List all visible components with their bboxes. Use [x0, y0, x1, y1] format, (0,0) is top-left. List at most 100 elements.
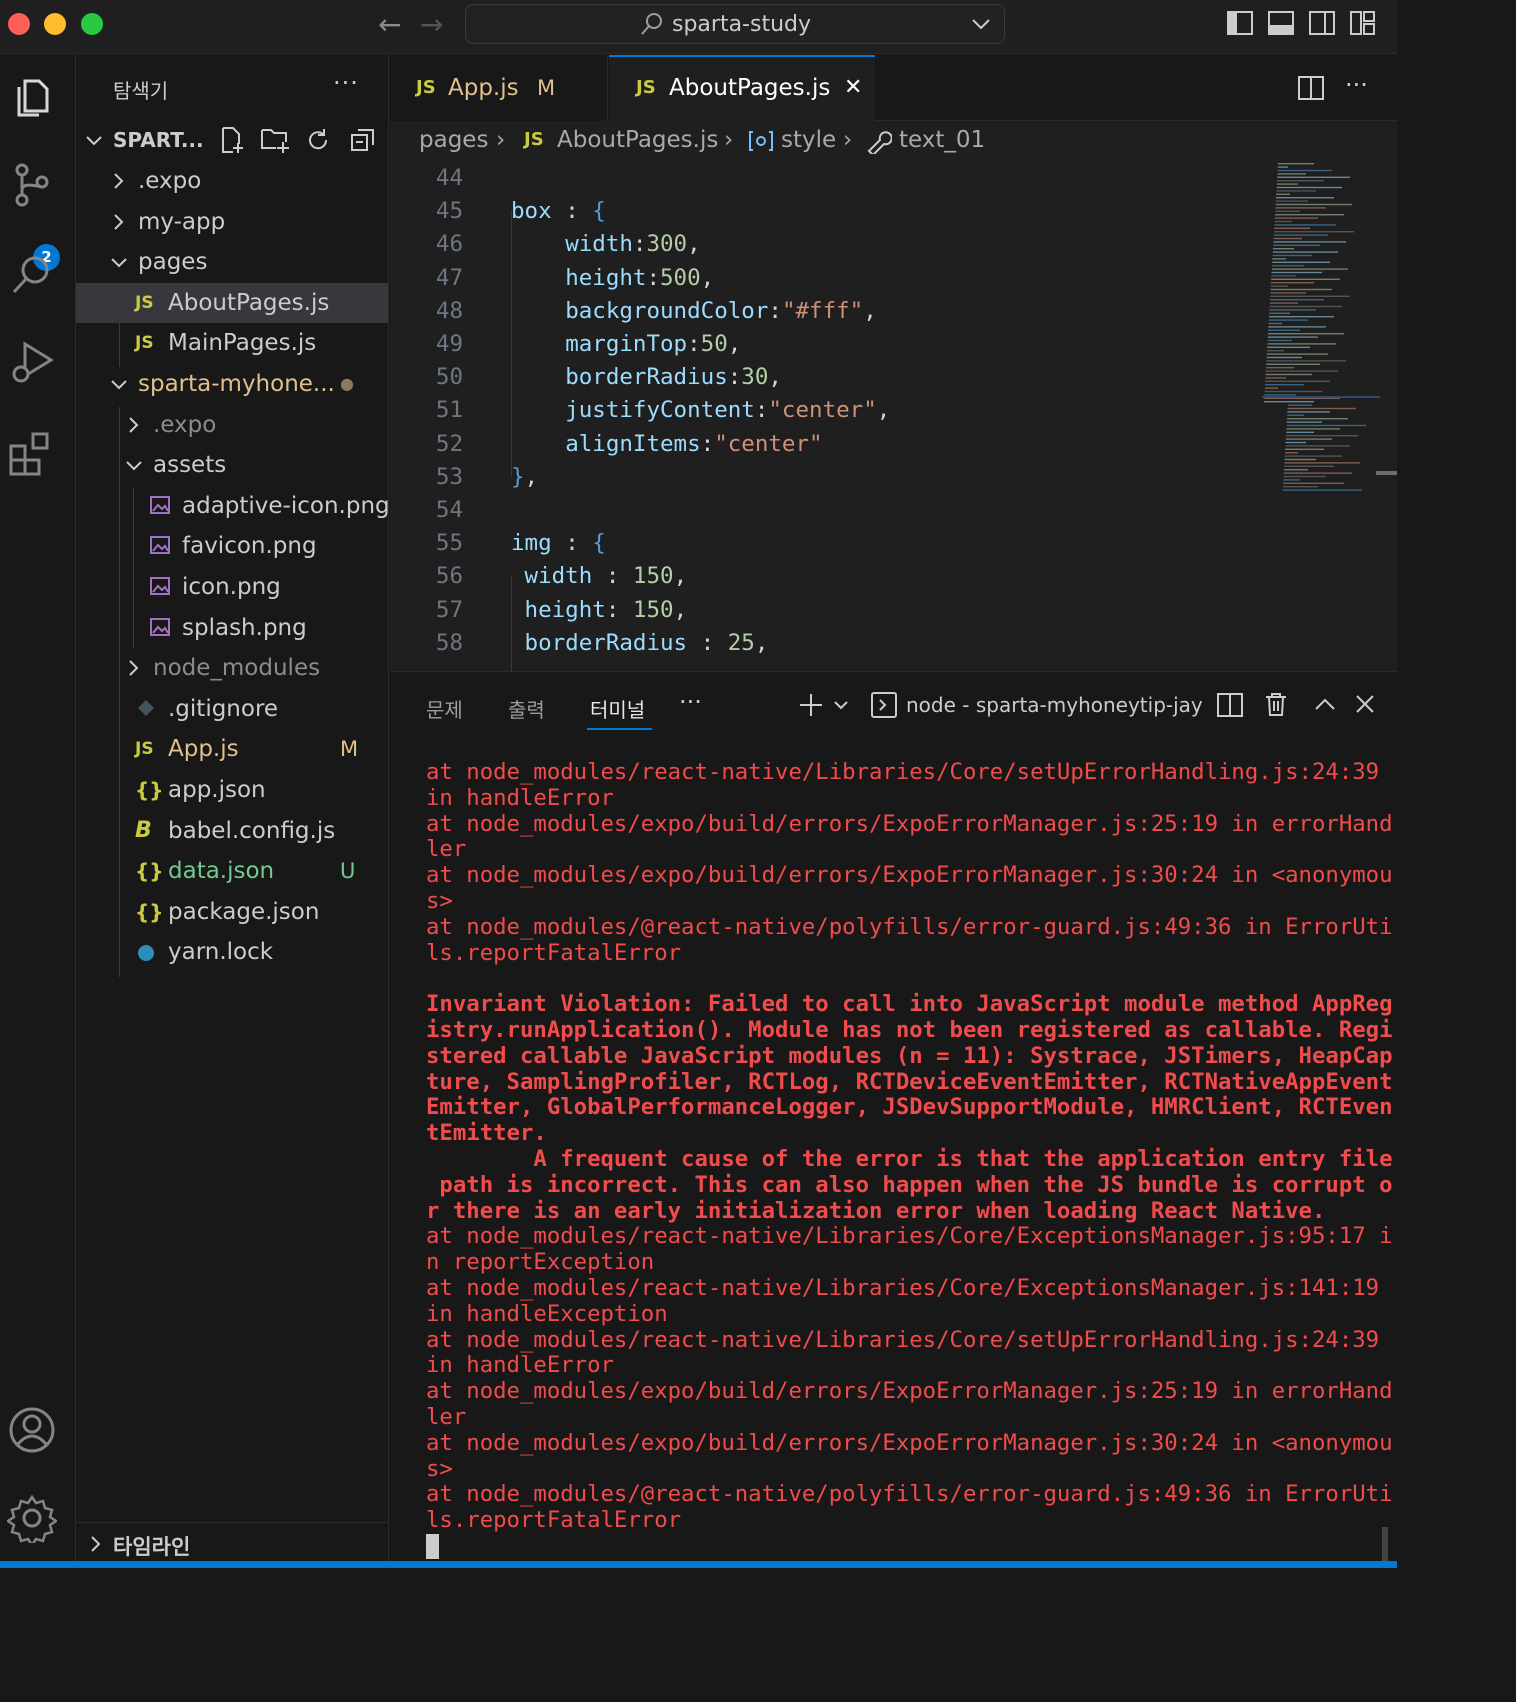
terminal-scrollbar[interactable] [1382, 1527, 1388, 1562]
tree-item-label: yarn.lock [168, 939, 274, 965]
window-minimize-button[interactable] [44, 13, 66, 35]
split-editor-icon[interactable] [1298, 75, 1324, 101]
terminal-line: Emitter, GlobalPerformanceLogger, JSDevS… [426, 1094, 1393, 1121]
split-terminal-icon[interactable] [1217, 692, 1243, 718]
toggle-secondary-sidebar-icon[interactable] [1309, 10, 1335, 36]
editor-more-icon[interactable]: ··· [1345, 71, 1368, 99]
tree-item[interactable]: {} app.json [76, 770, 388, 810]
yarn-file-icon [135, 932, 157, 987]
code-editor[interactable]: 44 45 box : {46 width:300, 47 height:500, 48… [390, 161, 1397, 671]
tree-item-label: app.json [168, 777, 266, 803]
breadcrumb-item[interactable]: text_01 [899, 121, 985, 159]
code-text: borderRadius:30, [565, 364, 782, 391]
close-icon[interactable]: ✕ [844, 55, 862, 121]
tree-item[interactable]: adaptive-icon.png [76, 486, 390, 526]
collapse-all-icon[interactable] [350, 127, 376, 153]
tree-item-label: node_modules [153, 655, 321, 681]
code-text: }, [511, 463, 539, 490]
toggle-panel-icon[interactable] [1268, 10, 1294, 36]
back-arrow-icon[interactable]: ← [378, 8, 401, 41]
window-maximize-button[interactable] [81, 13, 103, 35]
explorer-icon[interactable] [7, 73, 57, 123]
chevron-down-icon[interactable] [968, 11, 994, 37]
tree-item[interactable]: my-app [76, 202, 388, 242]
settings-gear-icon[interactable] [7, 1493, 57, 1543]
run-debug-icon[interactable] [7, 338, 57, 388]
chevron-down-icon[interactable] [832, 698, 850, 714]
breadcrumb-item[interactable]: pages [419, 121, 488, 159]
source-control-icon[interactable] [7, 160, 57, 210]
account-icon[interactable] [7, 1405, 57, 1455]
sidebar-more-button[interactable]: ··· [333, 69, 359, 97]
tree-item[interactable]: {} package.json [76, 892, 388, 932]
terminal-line: at node_modules/react-native/Libraries/C… [426, 1326, 1380, 1353]
timeline-label: 타임라인 [113, 1535, 191, 1559]
tree-item[interactable]: JS App.js M [76, 729, 388, 769]
breadcrumb-separator: › [843, 127, 853, 153]
refresh-icon[interactable] [305, 127, 331, 153]
tree-item[interactable]: assets [76, 445, 388, 485]
breadcrumb-separator: › [724, 127, 734, 153]
window-close-button[interactable] [8, 13, 30, 35]
tree-item[interactable]: icon.png [76, 567, 388, 607]
close-panel-icon[interactable] [1354, 693, 1376, 715]
tree-item-label: pages [138, 249, 208, 275]
tree-item[interactable]: .gitignore [76, 689, 388, 729]
new-folder-icon[interactable] [260, 126, 290, 154]
json-file-icon: {} [135, 900, 164, 924]
breadcrumb-item[interactable]: style [781, 121, 836, 159]
terminal-line: in handleError [426, 784, 614, 811]
tree-item[interactable]: yarn.lock [76, 932, 388, 972]
tree-item[interactable]: {} data.json U [76, 851, 388, 891]
customize-layout-icon[interactable] [1350, 10, 1376, 36]
tree-item-label: adaptive-icon.png [182, 493, 390, 519]
tree-item[interactable]: favicon.png [76, 526, 388, 566]
panel-more-icon[interactable]: ··· [679, 688, 702, 716]
editor-tabs: JS App.js M JS AboutPages.js ✕ ··· [390, 55, 1397, 121]
terminal-output[interactable]: at node_modules/react-native/Libraries/C… [426, 759, 1393, 1560]
tab-problems[interactable]: 문제 [426, 694, 463, 723]
tree-item[interactable]: .expo [76, 405, 388, 445]
code-text: height: 150, [524, 596, 688, 623]
tree-item[interactable]: node_modules [76, 648, 388, 688]
tree-item-label: splash.png [182, 615, 307, 641]
tab-aboutpages-js[interactable]: JS AboutPages.js ✕ [609, 55, 875, 121]
active-tab-indicator [587, 728, 652, 730]
search-icon[interactable] [7, 250, 57, 300]
trash-icon[interactable] [1264, 691, 1288, 717]
new-terminal-plus-icon[interactable] [798, 692, 824, 718]
breadcrumb-item[interactable]: AboutPages.js [557, 121, 718, 159]
terminal-prompt[interactable] [426, 1533, 1366, 1560]
terminal-line: at node_modules/expo/build/errors/ExpoEr… [426, 810, 1393, 837]
toggle-primary-sidebar-icon[interactable] [1227, 10, 1253, 36]
git-status-badge: U [340, 859, 356, 883]
terminal-line: ls.reportFatalError [426, 1507, 682, 1534]
tree-item[interactable]: sparta-myhone... ● [76, 364, 388, 404]
tree-item[interactable]: JS MainPages.js [76, 323, 388, 363]
timeline-section[interactable]: 타임라인 [76, 1522, 388, 1562]
tree-item-label: sparta-myhone... [138, 371, 335, 397]
tab-terminal[interactable]: 터미널 [590, 694, 645, 723]
tree-item[interactable]: pages [76, 242, 388, 282]
terminal-line: ler [426, 836, 467, 863]
tab-app-js[interactable]: JS App.js M [390, 55, 608, 121]
terminal-name[interactable]: node - sparta-myhoneytip-jay [906, 693, 1203, 717]
wrench-icon [867, 131, 892, 154]
code-text: backgroundColor:"#fff", [565, 297, 877, 324]
bottom-panel: 문제 출력 터미널 ··· node - sparta-myhoneytip-j… [390, 671, 1397, 1562]
forward-arrow-icon[interactable]: → [420, 8, 443, 41]
new-file-icon[interactable] [218, 126, 246, 154]
tree-item[interactable]: .expo [76, 161, 388, 201]
chevron-up-icon[interactable] [1313, 694, 1337, 714]
command-center-search[interactable]: sparta-study [465, 4, 1005, 44]
terminal-line: A frequent cause of the error is that th… [426, 1145, 1393, 1172]
tree-item[interactable]: Bbabel.config.js [76, 811, 388, 851]
tab-output[interactable]: 출력 [508, 694, 545, 723]
tree-item[interactable]: splash.png [76, 608, 388, 648]
scrollbar[interactable] [1376, 471, 1397, 475]
extensions-icon[interactable] [7, 428, 57, 478]
minimap[interactable] [1262, 161, 1380, 501]
tree-item[interactable]: JS AboutPages.js [76, 283, 388, 323]
root-folder-header[interactable]: SPART... [76, 120, 388, 160]
tree-item-label: .expo [153, 412, 217, 438]
